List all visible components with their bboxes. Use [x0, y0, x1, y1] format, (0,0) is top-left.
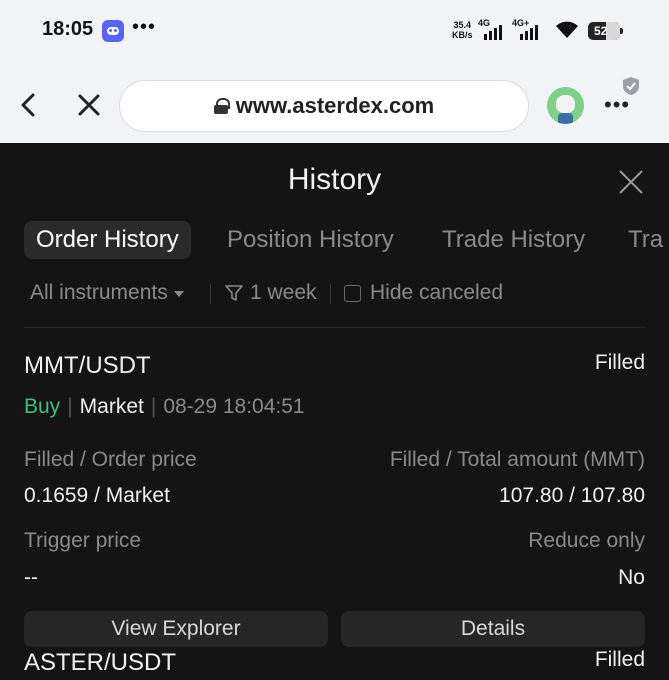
close-icon[interactable] — [617, 168, 645, 196]
order-status: Filled — [594, 351, 645, 374]
lock-icon — [213, 98, 230, 114]
signal-icon — [484, 24, 502, 40]
address-bar[interactable]: www.asterdex.com — [119, 80, 529, 132]
status-time: 18:05 — [42, 18, 94, 40]
status-bar: 18:05 ••• 35.4 KB/s 4G 4G+ 52 — [0, 0, 669, 66]
close-icon[interactable] — [74, 90, 104, 120]
reduce-only-value: No — [618, 566, 645, 589]
more-notifications-icon: ••• — [132, 16, 157, 38]
hide-canceled-toggle[interactable]: Hide canceled — [344, 279, 503, 307]
avatar[interactable] — [547, 87, 584, 124]
discord-icon — [102, 20, 124, 42]
instruments-label: All instruments — [30, 281, 168, 304]
caret-down-icon — [173, 291, 184, 297]
filled-total-value: 107.80 / 107.80 — [499, 484, 645, 507]
history-panel: History Order History Position History T… — [0, 143, 669, 680]
battery-level: 52 — [594, 24, 608, 38]
tab-order-history[interactable]: Order History — [24, 221, 191, 259]
order-pair: MMT/USDT — [24, 352, 151, 379]
order-type: Market — [79, 395, 144, 418]
trigger-price-label: Trigger price — [24, 529, 142, 552]
battery-icon: 52 — [588, 22, 620, 40]
filled-total-label: Filled / Total amount (MMT) — [389, 448, 645, 471]
order-time: 08-29 18:04:51 — [163, 395, 305, 418]
tab-trade-history[interactable]: Trade History — [442, 221, 585, 259]
menu-dots-icon[interactable]: ••• — [604, 92, 630, 118]
view-explorer-button[interactable]: View Explorer — [24, 611, 328, 647]
network-speed-unit: KB/s — [452, 30, 473, 40]
details-button[interactable]: Details — [341, 611, 645, 647]
instruments-dropdown[interactable]: All instruments — [30, 279, 184, 307]
order-side: Buy — [24, 395, 61, 418]
period-filter[interactable]: 1 week — [224, 279, 317, 307]
reduce-only-label: Reduce only — [528, 529, 645, 552]
order-pair: ASTER/USDT — [24, 649, 177, 676]
network-speed: 35.4 KB/s — [452, 20, 473, 40]
panel-title: History — [287, 163, 382, 196]
tab-position-history[interactable]: Position History — [227, 221, 394, 259]
url-text: www.asterdex.com — [235, 93, 435, 118]
hide-canceled-label: Hide canceled — [370, 281, 504, 304]
period-label: 1 week — [250, 281, 317, 304]
trigger-price-value: -- — [24, 566, 38, 589]
filled-order-price-value: 0.1659 / Market — [24, 484, 170, 507]
tab-overflow[interactable]: Tra — [628, 221, 663, 259]
hide-canceled-checkbox[interactable] — [344, 284, 361, 302]
divider — [24, 327, 645, 328]
filter-icon — [225, 285, 243, 301]
back-arrow-icon[interactable] — [14, 90, 44, 120]
wifi-icon — [556, 21, 578, 38]
network-speed-value: 35.4 — [453, 20, 472, 30]
order-status: Filled — [594, 648, 645, 671]
filled-order-price-label: Filled / Order price — [24, 448, 197, 471]
browser-toolbar: www.asterdex.com ••• — [0, 66, 669, 143]
signal-icon — [520, 24, 538, 40]
order-meta: Buy | Market | 08-29 18:04:51 — [24, 395, 305, 418]
